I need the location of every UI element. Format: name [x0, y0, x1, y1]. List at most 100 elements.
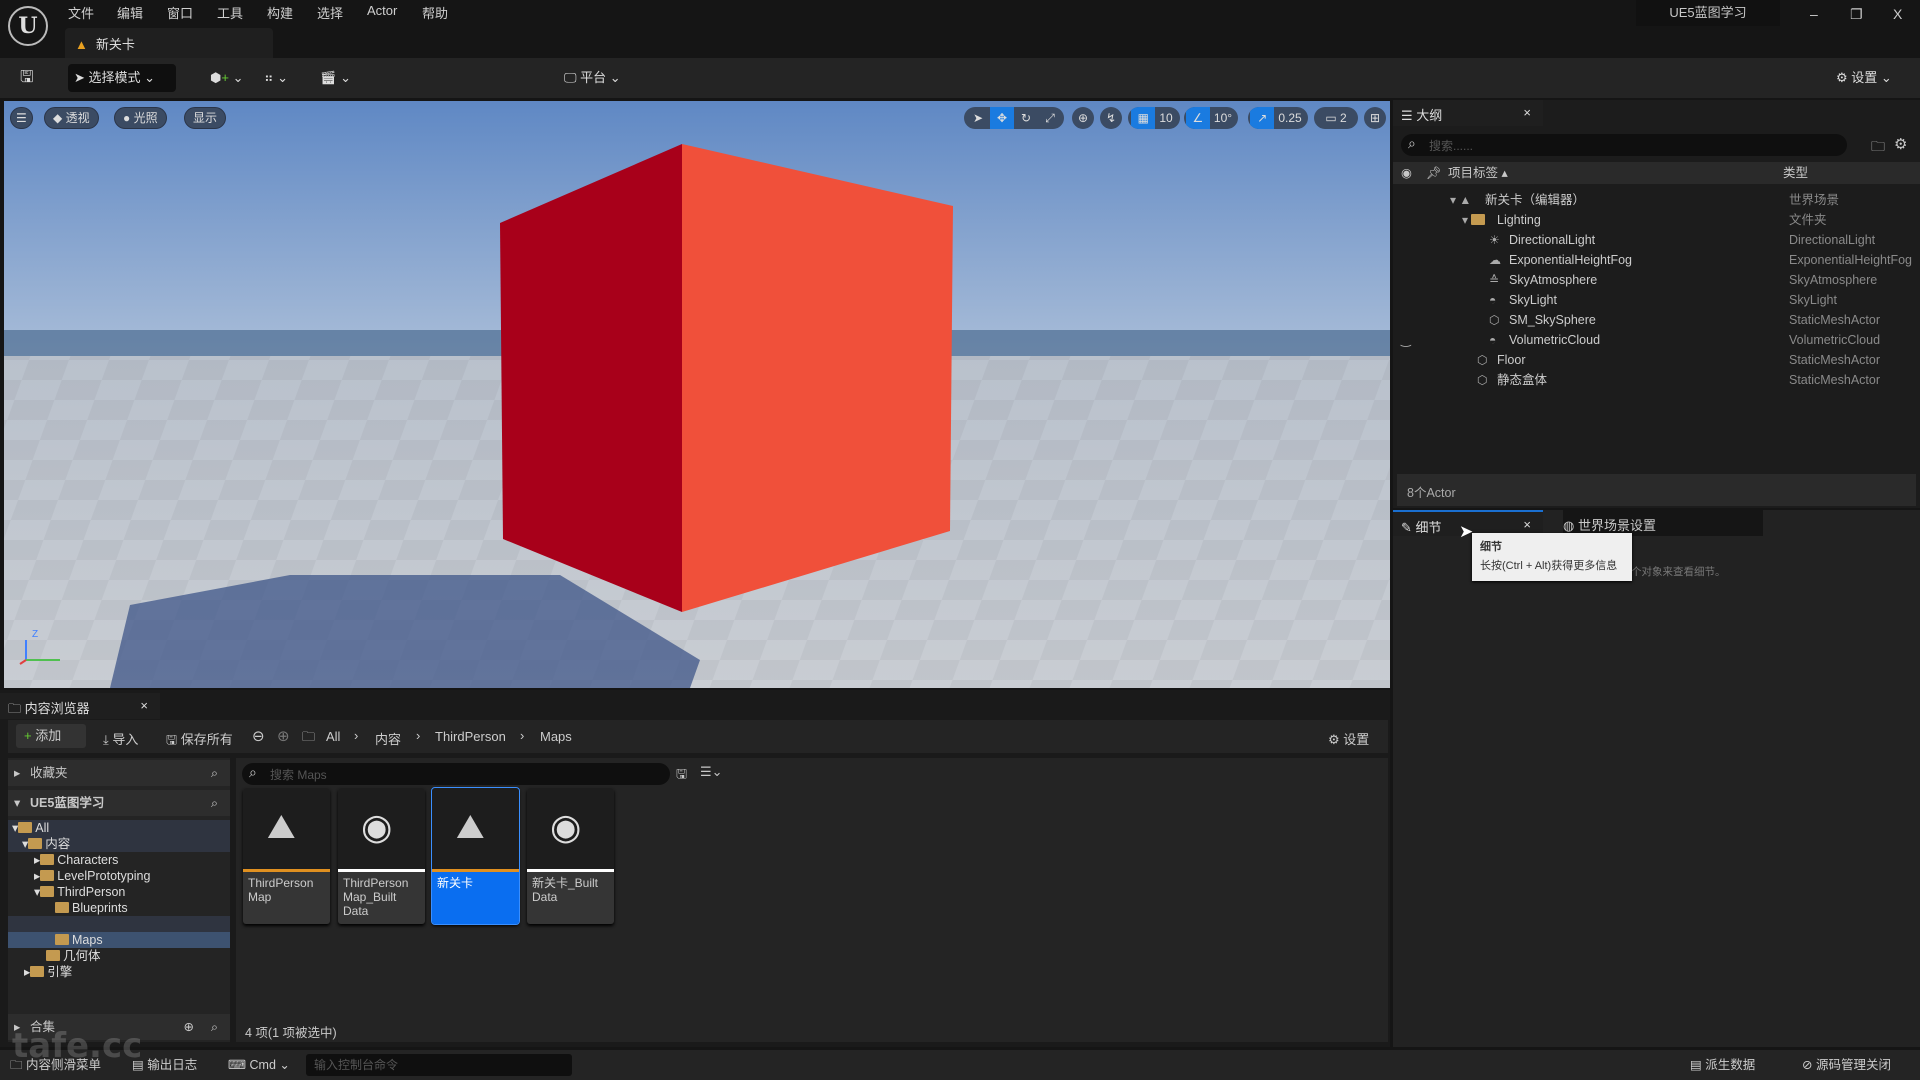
menu-select[interactable]: 选择: [317, 3, 343, 22]
project-section[interactable]: ▾ UE5蓝图学习 ⌕: [8, 790, 230, 816]
asset-search-input[interactable]: ⌕ 搜索 Maps: [242, 763, 670, 785]
blueprint-icon[interactable]: ⠶ ⌄: [258, 64, 294, 92]
favorites-section[interactable]: ▸ 收藏夹 ⌕: [8, 760, 230, 786]
grid-snap-value[interactable]: 10: [1155, 111, 1176, 125]
level-tab[interactable]: ▲ 新关卡: [65, 28, 273, 58]
tree-item[interactable]: ▸ 引擎: [24, 964, 72, 980]
scale-tool-icon[interactable]: ⤢: [1038, 107, 1062, 129]
breadcrumb-all[interactable]: All: [326, 729, 340, 744]
surface-snap-icon[interactable]: ↯: [1100, 107, 1122, 129]
menu-help[interactable]: 帮助: [422, 3, 448, 22]
search-icon[interactable]: ⌕: [211, 790, 218, 816]
add-actor-icon[interactable]: ⬢+ ⌄: [204, 64, 249, 92]
mesh-icon: ⬡: [1489, 313, 1500, 327]
save-icon[interactable]: 🖫: [14, 64, 40, 92]
tree-item[interactable]: ▾ 内容: [22, 836, 70, 852]
column-label[interactable]: 项目标签 ▴: [1448, 162, 1508, 184]
outliner-row[interactable]: ≙ SkyAtmosphere SkyAtmosphere: [1393, 270, 1920, 290]
menu-edit[interactable]: 编辑: [117, 3, 143, 22]
close-icon[interactable]: ×: [1523, 517, 1531, 532]
asset-tile[interactable]: ◉ ThirdPerson Map_Built Data: [338, 788, 425, 924]
asset-tile[interactable]: ⛰ ThirdPerson Map: [243, 788, 330, 924]
search-icon[interactable]: ⌕: [211, 1014, 218, 1040]
breadcrumb-thirdperson[interactable]: ThirdPerson: [435, 729, 506, 744]
perspective-button[interactable]: ◆ 透视: [44, 107, 99, 129]
breadcrumb-maps[interactable]: Maps: [540, 729, 572, 744]
back-icon[interactable]: ⊖: [252, 727, 265, 745]
select-tool-icon[interactable]: ➤: [966, 107, 990, 129]
rotation-snap-toggle[interactable]: ∠ 10°: [1184, 107, 1238, 129]
restore-button[interactable]: ❐: [1850, 6, 1863, 23]
platform-dropdown[interactable]: 🖵 平台 ⌄: [558, 64, 627, 92]
outliner-row[interactable]: ⬡ SM_SkySphere StaticMeshActor: [1393, 310, 1920, 330]
cb-settings-button[interactable]: ⚙ 设置: [1328, 729, 1369, 748]
console-input[interactable]: 输入控制台命令: [306, 1054, 572, 1076]
scale-snap-value[interactable]: 0.25: [1274, 111, 1305, 125]
unreal-logo[interactable]: U: [8, 6, 48, 46]
move-tool-icon[interactable]: ✥: [990, 107, 1014, 129]
import-button[interactable]: ⤓ 导入: [103, 729, 138, 748]
tree-item[interactable]: ▸ Characters: [34, 852, 118, 868]
tree-item[interactable]: ▾ ThirdPerson: [34, 884, 125, 900]
tree-item[interactable]: 几何体: [46, 948, 101, 964]
camera-speed-button[interactable]: ▭ 2: [1314, 107, 1358, 129]
derived-data-button[interactable]: ▤ 派生数据: [1690, 1050, 1755, 1080]
pin-icon[interactable]: 📌︎: [1426, 162, 1442, 184]
add-button[interactable]: + 添加: [16, 724, 86, 748]
hidden-eye-icon[interactable]: ‿: [1401, 330, 1411, 350]
row-type: StaticMeshActor: [1789, 373, 1881, 387]
outliner-row[interactable]: ☁ ExponentialHeightFog ExponentialHeightFo…: [1393, 250, 1920, 270]
outliner-row[interactable]: ⬡ 静态盒体 StaticMeshActor: [1393, 370, 1920, 390]
tree-item[interactable]: Maps: [55, 932, 103, 948]
world-local-icon[interactable]: ⊕: [1072, 107, 1094, 129]
menu-window[interactable]: 窗口: [167, 3, 193, 22]
viewport-layout-icon[interactable]: ⊞: [1364, 107, 1386, 129]
source-control-button[interactable]: ⊘ 源码管理关闭: [1802, 1050, 1891, 1080]
content-browser-tab[interactable]: 🗀 内容浏览器 ×: [0, 693, 160, 719]
tree-item[interactable]: ▾ All: [12, 820, 49, 836]
visibility-icon[interactable]: ◉: [1401, 162, 1412, 184]
select-mode-dropdown[interactable]: ➤ 选择模式 ⌄: [68, 64, 176, 92]
cmd-dropdown[interactable]: ⌨ Cmd ⌄: [228, 1050, 290, 1080]
breadcrumb-content[interactable]: 内容: [375, 729, 401, 748]
tree-item[interactable]: Blueprints: [55, 900, 128, 916]
minimize-button[interactable]: –: [1810, 6, 1818, 22]
menu-tools[interactable]: 工具: [217, 3, 243, 22]
close-icon[interactable]: ×: [140, 698, 148, 713]
menu-build[interactable]: 构建: [267, 3, 293, 22]
outliner-tab[interactable]: ☰ 大纲 ×: [1393, 100, 1543, 126]
settings-dropdown[interactable]: ⚙ 设置 ⌄: [1830, 64, 1898, 92]
outliner-row[interactable]: ▾ ▲ 新关卡（编辑器） 世界场景: [1393, 190, 1920, 210]
add-folder-icon[interactable]: 🗀: [1871, 136, 1885, 160]
gear-icon[interactable]: ⚙: [1894, 135, 1907, 153]
outliner-row[interactable]: ◓ SkyLight SkyLight: [1393, 290, 1920, 310]
asset-tile-selected[interactable]: ⛰ 新关卡: [431, 787, 520, 925]
cinematics-icon[interactable]: 🎬︎ ⌄: [314, 64, 357, 92]
lighting-button[interactable]: ● 光照: [114, 107, 167, 129]
save-all-button[interactable]: 🖫 保存所有: [166, 729, 233, 753]
rotation-snap-value[interactable]: 10°: [1210, 111, 1236, 125]
menu-file[interactable]: 文件: [68, 3, 94, 22]
grid-snap-toggle[interactable]: ▦ 10: [1128, 107, 1180, 129]
menu-actor[interactable]: Actor: [367, 3, 397, 18]
outliner-row[interactable]: ☀ DirectionalLight DirectionalLight: [1393, 230, 1920, 250]
add-collection-icon[interactable]: ⊕: [184, 1014, 194, 1040]
viewport-menu-button[interactable]: ☰: [10, 107, 33, 129]
outliner-row[interactable]: ⬡ Floor StaticMeshActor: [1393, 350, 1920, 370]
asset-tile[interactable]: ◉ 新关卡_Built Data: [527, 788, 614, 924]
forward-icon[interactable]: ⊕: [277, 727, 290, 745]
level-viewport[interactable]: Z ☰ ◆ 透视 ● 光照 显示 ➤ ✥ ↻ ⤢ ⊕ ↯ ▦ 10 ∠ 10° ↗ 0.25…: [4, 101, 1390, 688]
filter-icon[interactable]: ☰⌄: [700, 764, 723, 780]
close-window-button[interactable]: X: [1893, 6, 1902, 22]
outliner-row[interactable]: ▾ Lighting 文件夹: [1393, 210, 1920, 230]
scale-snap-toggle[interactable]: ↗ 0.25: [1248, 107, 1308, 129]
show-button[interactable]: 显示: [184, 107, 227, 129]
column-type[interactable]: 类型: [1783, 162, 1808, 184]
search-icon[interactable]: ⌕: [211, 760, 218, 786]
save-search-icon[interactable]: 🖫: [676, 765, 687, 787]
outliner-search-input[interactable]: ⌕ 搜索......: [1401, 134, 1847, 156]
tree-item[interactable]: ▸ LevelPrototyping: [34, 868, 150, 884]
rotate-tool-icon[interactable]: ↻: [1014, 107, 1038, 129]
outliner-row[interactable]: ‿ ◓ VolumetricCloud VolumetricCloud: [1393, 330, 1920, 350]
close-icon[interactable]: ×: [1523, 105, 1531, 120]
